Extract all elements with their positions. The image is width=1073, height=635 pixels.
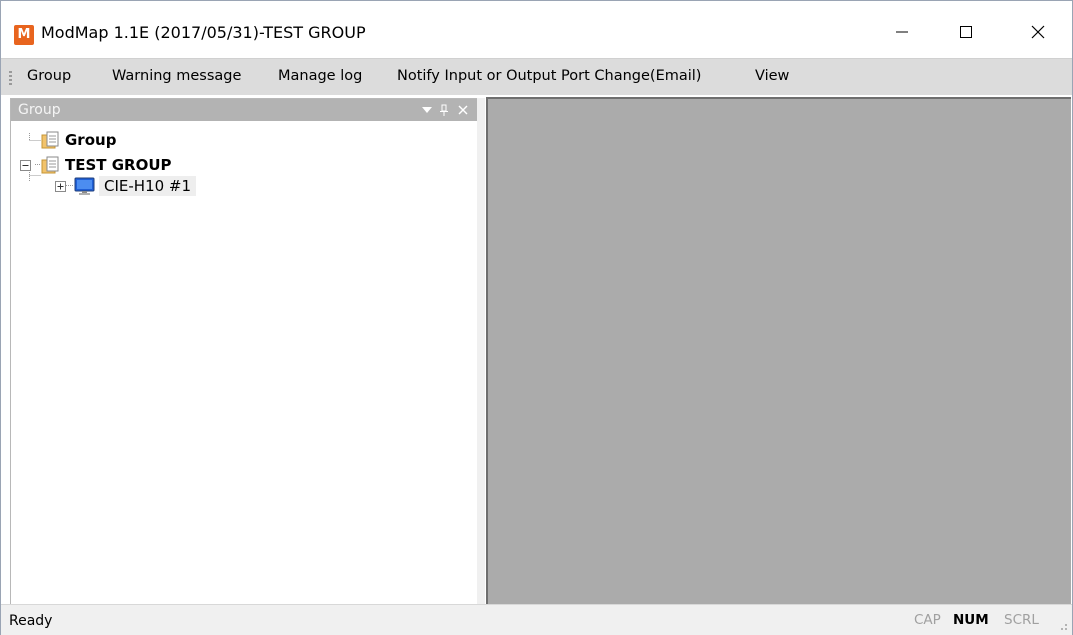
maximize-icon [960,26,972,38]
folder-document-icon [41,131,59,149]
pane-header: Group [11,99,477,121]
group-pane: Group Group TEST GROUP CIE-H10 #1 [10,98,478,606]
close-icon [458,105,468,115]
pin-icon [440,104,448,116]
menu-warning-message[interactable]: Warning message [112,68,241,84]
app-window: M ModMap 1.1E (2017/05/31)-TEST GROUP Gr… [0,0,1073,635]
caret-down-icon [422,107,432,113]
tree-node-group[interactable]: Group [41,129,116,151]
monitor-icon [74,177,95,195]
group-tree: Group TEST GROUP CIE-H10 #1 [11,121,477,605]
scrl-indicator: SCRL [1004,612,1039,628]
tree-node-label: CIE-H10 #1 [99,176,197,196]
pane-pin-button[interactable] [436,102,452,118]
status-text: Ready [9,613,53,629]
tree-node-label: Group [65,131,117,149]
app-icon[interactable]: M [14,25,34,45]
cap-indicator: CAP [914,612,941,628]
toolbar-grip-icon[interactable] [9,71,12,85]
pane-title: Group [18,102,61,118]
status-bar: Ready CAP NUM SCRL [1,604,1072,635]
close-icon [1031,25,1045,39]
menu-view[interactable]: View [755,68,789,84]
tree-node-device[interactable]: CIE-H10 #1 [55,175,197,197]
minimize-button[interactable] [879,11,925,53]
window-title: ModMap 1.1E (2017/05/31)-TEST GROUP [41,23,366,42]
pane-splitter[interactable] [477,98,485,604]
close-button[interactable] [1015,11,1061,53]
expand-icon[interactable] [55,180,66,192]
workspace-area [486,97,1071,604]
resize-grip-icon[interactable] [1058,621,1068,631]
menu-bar: Group Warning message Manage log Notify … [1,58,1072,95]
minimize-icon [896,31,908,33]
menu-manage-log[interactable]: Manage log [278,68,362,84]
collapse-icon[interactable] [20,159,31,171]
pane-close-button[interactable] [455,102,471,118]
folder-document-icon [41,156,59,174]
pane-dropdown-button[interactable] [419,102,435,118]
tree-node-test-group[interactable]: TEST GROUP [20,154,172,176]
menu-notify-port-change[interactable]: Notify Input or Output Port Change(Email… [397,68,701,84]
num-indicator: NUM [953,612,989,628]
tree-node-label: TEST GROUP [65,156,172,174]
maximize-button[interactable] [943,11,989,53]
menu-group[interactable]: Group [27,68,71,84]
title-bar[interactable]: M ModMap 1.1E (2017/05/31)-TEST GROUP [1,1,1072,53]
